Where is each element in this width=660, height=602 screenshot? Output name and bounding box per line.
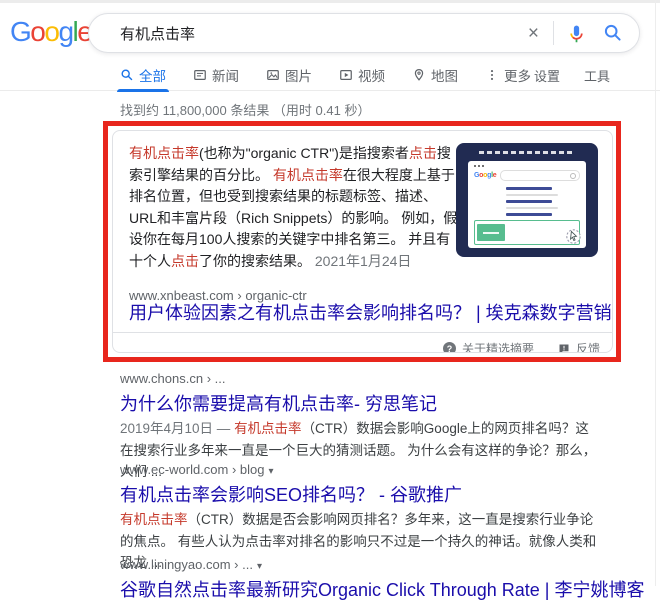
videos-icon: [339, 68, 353, 82]
voice-search-mic-icon[interactable]: [566, 23, 587, 44]
searchbar-divider: [553, 21, 554, 45]
cursor-pointer-icon: [565, 228, 582, 250]
logo-letter: o: [30, 16, 44, 47]
more-vertical-dots-icon: [485, 68, 499, 82]
result-options-arrow[interactable]: ▾: [257, 561, 262, 572]
tab-all[interactable]: 全部: [120, 65, 166, 85]
tabs-bar: 全部 新闻 图片 视频 地图 更多 设置 工具: [0, 61, 660, 91]
maps-icon: [412, 68, 426, 82]
google-logo[interactable]: Google: [10, 18, 91, 46]
tab-label: 新闻: [212, 65, 239, 85]
news-icon: [193, 68, 207, 82]
featured-snippet-card: 有机点击率(也称为"organic CTR")是指搜索者点击搜索引擎结果的百分比…: [112, 130, 613, 353]
thumbnail-highlighted-result: [474, 220, 580, 245]
feedback-icon: [558, 343, 570, 354]
logo-letter: G: [10, 16, 30, 47]
logo-letter: o: [44, 16, 58, 47]
clear-search-icon[interactable]: ×: [526, 24, 541, 43]
tab-news[interactable]: 新闻: [193, 65, 239, 85]
search-bar[interactable]: 有机点击率 ×: [88, 13, 640, 53]
tab-label: 地图: [431, 65, 458, 85]
tab-label: 更多: [504, 65, 531, 85]
tab-label: 视频: [358, 65, 385, 85]
feedback-label: 反馈: [576, 340, 600, 353]
thumbnail-browser-mockup: Google: [468, 161, 586, 248]
thumbnail-caption-line: [479, 151, 576, 154]
search-input[interactable]: 有机点击率: [120, 23, 526, 44]
search-icon: [120, 68, 134, 82]
thumbnail-green-button: [477, 224, 505, 241]
result-breadcrumb-url: www.liningyao.com › ...▾: [120, 557, 598, 575]
tab-label: 图片: [285, 65, 312, 85]
search-submit-icon[interactable]: [603, 23, 623, 43]
tab-label: 全部: [139, 65, 166, 85]
logo-letter: g: [58, 16, 72, 47]
tab-images[interactable]: 图片: [266, 65, 312, 85]
settings-link[interactable]: 设置: [534, 66, 560, 85]
result-options-arrow[interactable]: ▾: [269, 466, 274, 477]
result-stats: 找到约 11,800,000 条结果 （用时 0.41 秒）: [120, 100, 370, 119]
about-featured-snippets-link[interactable]: ? 关于精选摘要: [443, 340, 534, 353]
thumbnail-search-pill: [500, 170, 580, 181]
snippet-title-link[interactable]: 用户体验因素之有机点击率会影响排名吗？ | 埃克森数字营销: [129, 301, 612, 325]
tools-link[interactable]: 工具: [584, 66, 610, 85]
result-title-link[interactable]: 为什么你需要提高有机点击率- 穷思笔记: [120, 392, 598, 416]
tab-maps[interactable]: 地图: [412, 65, 458, 85]
result-title-link[interactable]: 谷歌自然点击率最新研究Organic Click Through Rate | …: [120, 578, 598, 602]
images-icon: [266, 68, 280, 82]
result-breadcrumb-url: www.ec-world.com › blog▾: [120, 462, 598, 480]
result-title-link[interactable]: 有机点击率会影响SEO排名吗？ - 谷歌推广: [120, 483, 598, 507]
snippet-text: 有机点击率(也称为"organic CTR")是指搜索者点击搜索引擎结果的百分比…: [129, 143, 459, 272]
feedback-link[interactable]: 反馈: [558, 340, 600, 353]
search-result: www.liningyao.com › ...▾ 谷歌自然点击率最新研究Orga…: [120, 557, 598, 602]
tab-videos[interactable]: 视频: [339, 65, 385, 85]
question-circle-icon: ?: [443, 342, 456, 353]
tab-more[interactable]: 更多: [485, 65, 531, 85]
card-divider: [113, 332, 612, 333]
result-breadcrumb-url: www.chons.cn › ...: [120, 371, 598, 389]
about-label: 关于精选摘要: [462, 340, 534, 353]
thumbnail-google-logo: Google: [474, 172, 496, 180]
google-serp-page: { "colors": { "accent_blue": "#1a73e8", …: [0, 0, 660, 586]
snippet-thumbnail-image[interactable]: Google: [456, 143, 598, 257]
